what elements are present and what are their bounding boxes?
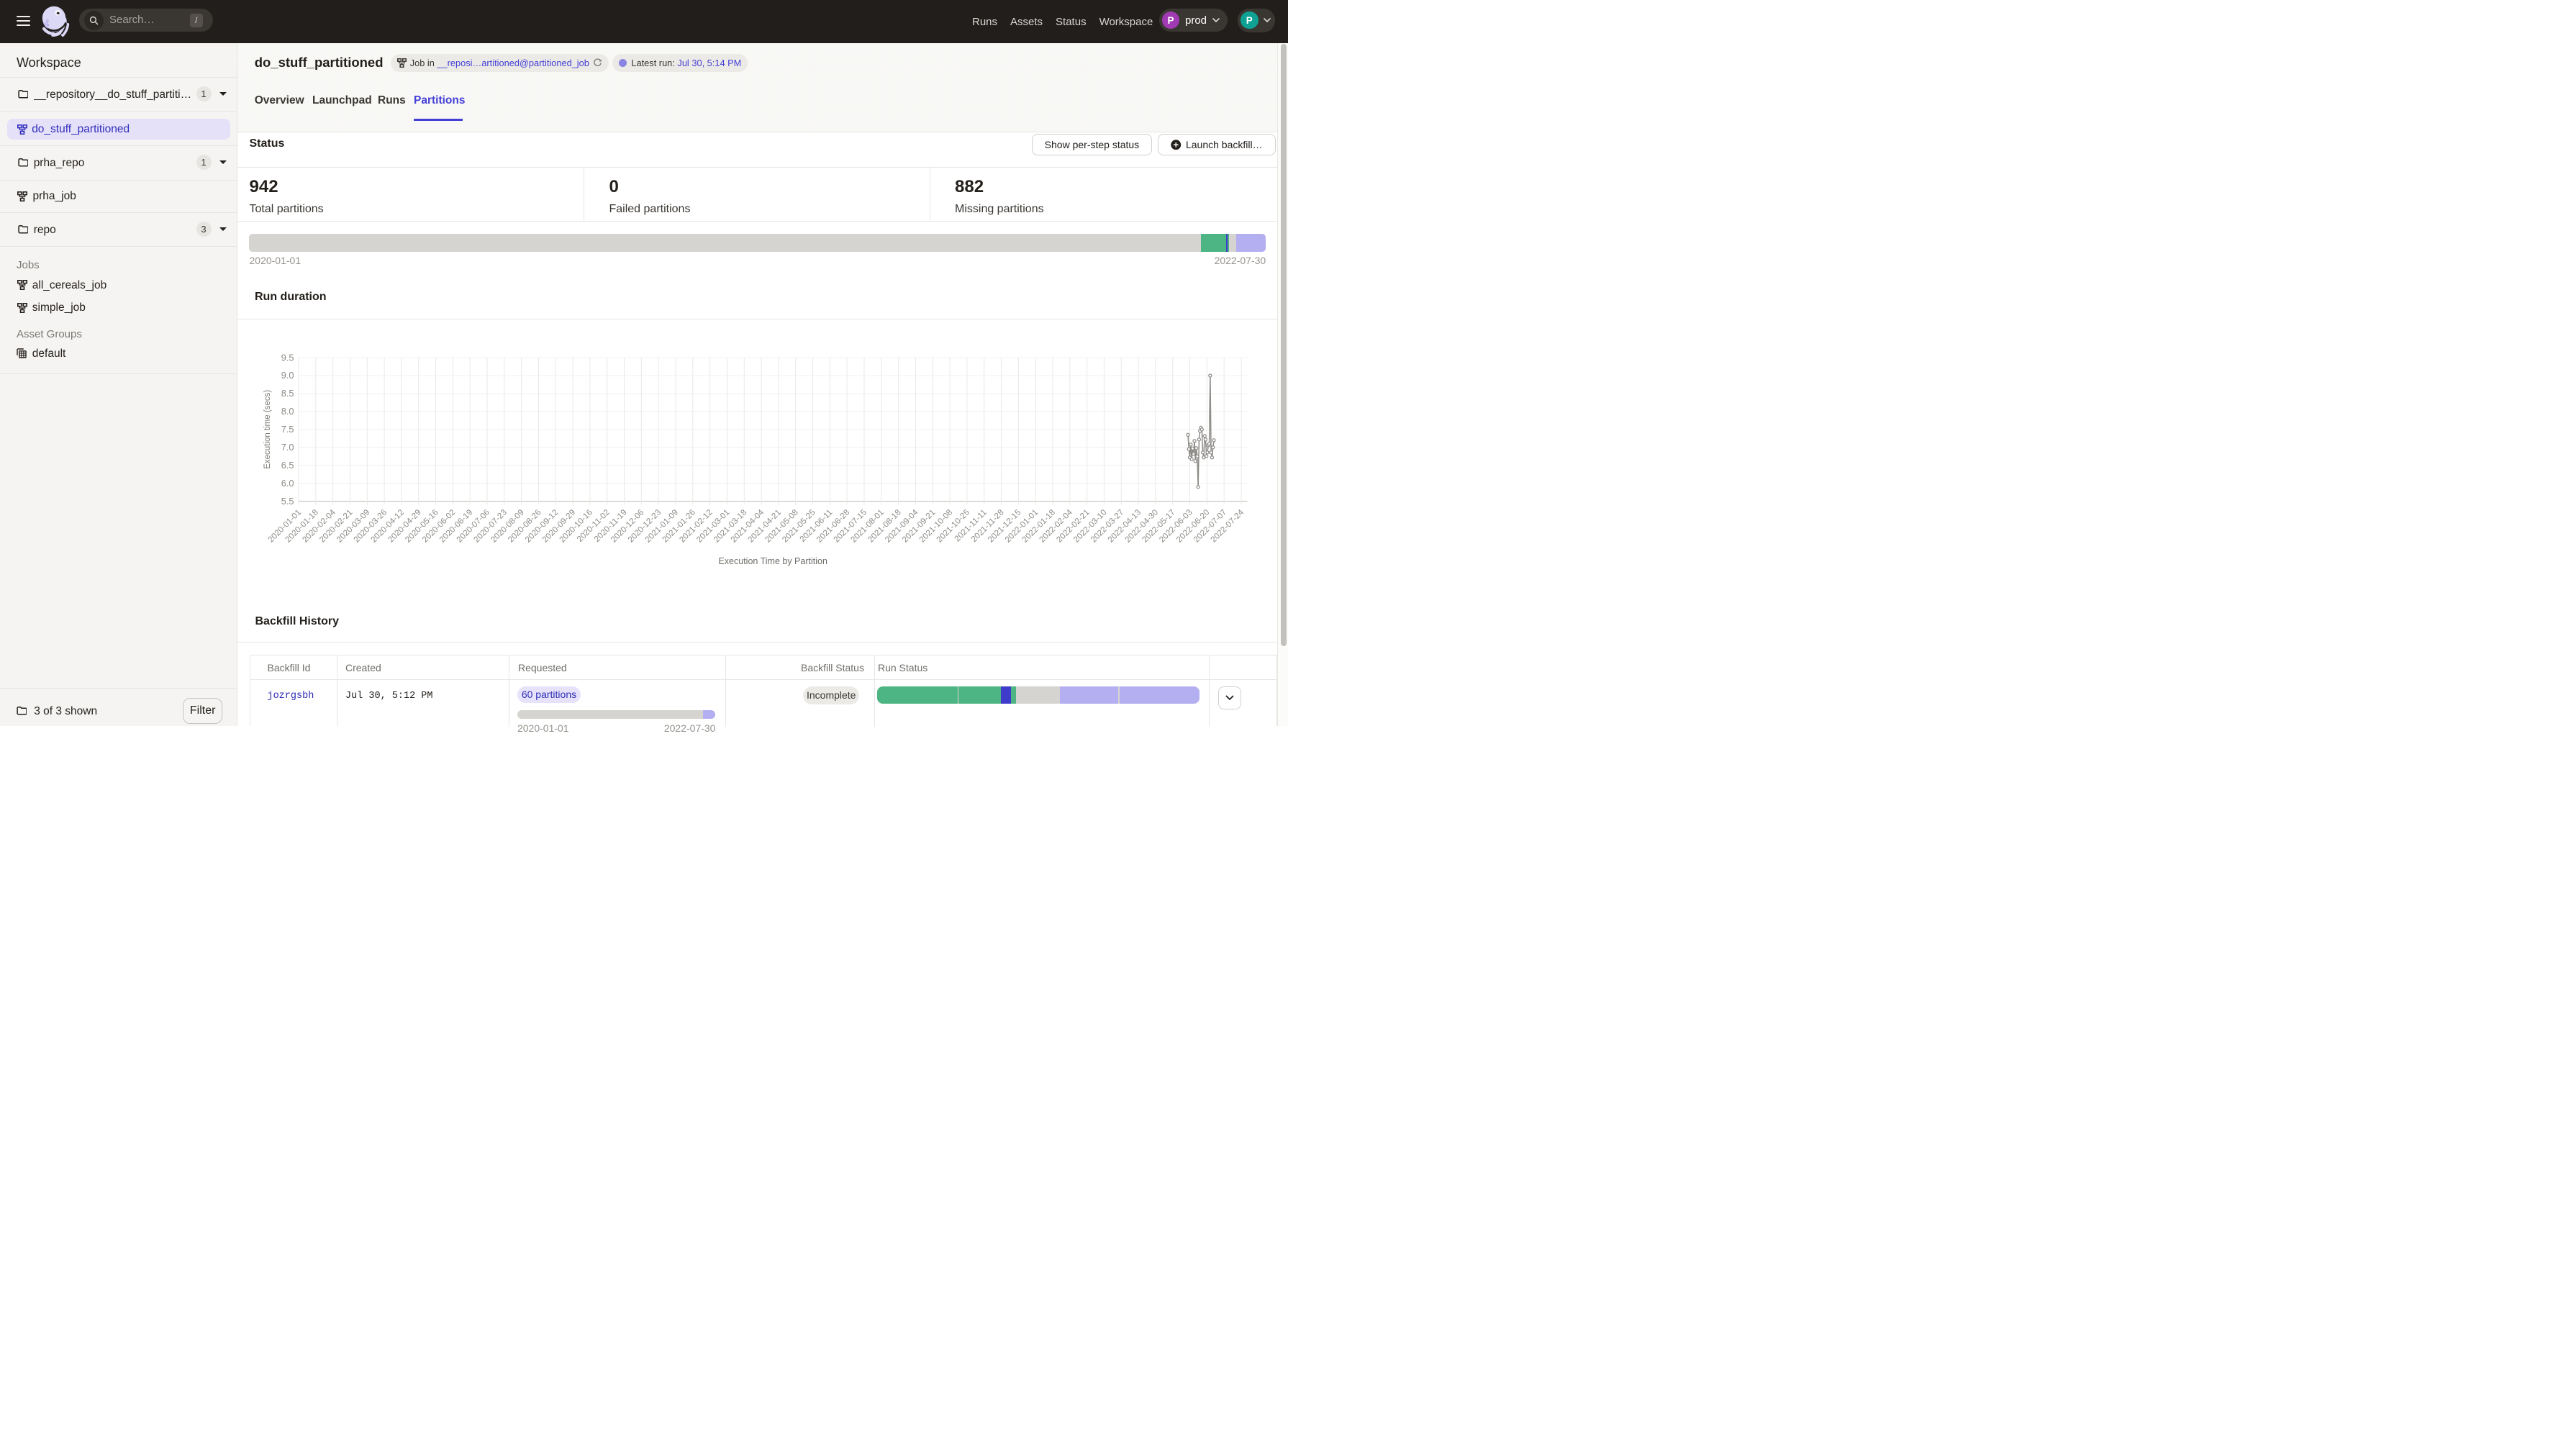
- svg-text:6.0: 6.0: [281, 478, 294, 489]
- svg-text:5.5: 5.5: [281, 496, 294, 507]
- svg-text:9.0: 9.0: [281, 371, 294, 381]
- svg-text:6.5: 6.5: [281, 460, 294, 471]
- svg-text:7.0: 7.0: [281, 442, 294, 453]
- svg-text:Execution Time by Partition: Execution Time by Partition: [718, 556, 827, 566]
- svg-text:8.5: 8.5: [281, 389, 294, 399]
- svg-text:8.0: 8.0: [281, 407, 294, 417]
- svg-text:7.5: 7.5: [281, 424, 294, 435]
- svg-text:9.5: 9.5: [281, 353, 294, 363]
- svg-text:Execution time (secs): Execution time (secs): [263, 390, 272, 469]
